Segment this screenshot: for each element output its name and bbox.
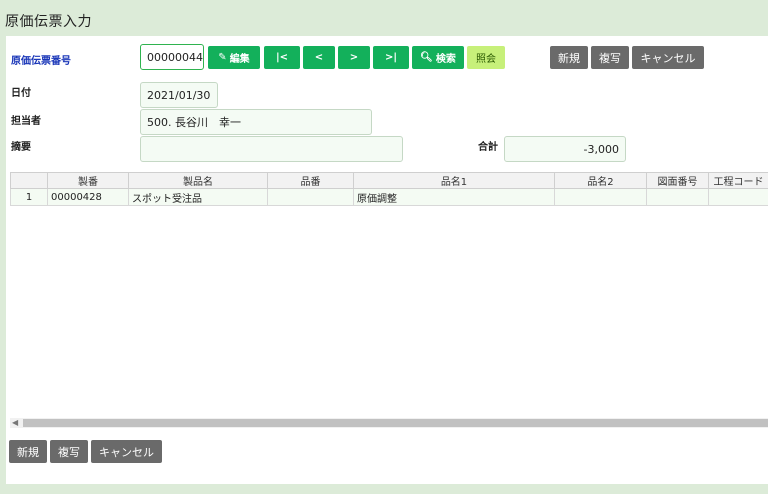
- cell-process-code[interactable]: [708, 188, 768, 206]
- col-header-seiban[interactable]: 製番: [47, 172, 129, 189]
- cancel-button-bottom[interactable]: キャンセル: [91, 440, 162, 463]
- total-value: -3,000: [583, 142, 619, 156]
- copy-button-top[interactable]: 複写: [591, 46, 629, 69]
- cell-item-name1[interactable]: 原価調整: [353, 188, 555, 206]
- col-header-item-name2[interactable]: 品名2: [554, 172, 647, 189]
- copy-button-bottom[interactable]: 複写: [50, 440, 88, 463]
- summary-label: 摘要: [11, 142, 31, 153]
- detail-grid: 製番 製品名 品番 品名1 品名2 図面番号 工程コード 1 00000428 …: [10, 172, 768, 206]
- total-field: -3,000: [504, 136, 626, 162]
- cell-item-name2[interactable]: [554, 188, 647, 206]
- scroll-left-icon[interactable]: ◀: [12, 418, 18, 428]
- edit-icon: ✎: [218, 52, 227, 63]
- cell-drawing-no[interactable]: [646, 188, 709, 206]
- col-header-item-name1[interactable]: 品名1: [353, 172, 555, 189]
- previous-record-button[interactable]: <: [303, 46, 335, 69]
- cell-seiban[interactable]: 00000428: [47, 188, 129, 206]
- voucher-no-label: 原価伝票番号: [11, 56, 71, 67]
- col-header-product-name[interactable]: 製品名: [128, 172, 268, 189]
- search-button-label: 検索: [435, 54, 456, 65]
- scrollbar-thumb[interactable]: [23, 419, 768, 427]
- last-record-button[interactable]: >|: [373, 46, 409, 69]
- new-button-bottom[interactable]: 新規: [9, 440, 47, 463]
- person-value: 500. 長谷川 幸一: [147, 116, 241, 129]
- voucher-no-value: 00000044: [147, 50, 203, 64]
- search-button[interactable]: 🔍︎ 検索: [412, 46, 464, 69]
- cell-rownum[interactable]: 1: [10, 188, 48, 206]
- col-header-item-no[interactable]: 品番: [267, 172, 354, 189]
- total-label: 合計: [478, 142, 498, 153]
- cell-item-no[interactable]: [267, 188, 354, 206]
- voucher-no-input[interactable]: 00000044: [140, 44, 204, 70]
- col-header-rownum[interactable]: [10, 172, 48, 189]
- cell-product-name[interactable]: スポット受注品: [128, 188, 268, 206]
- new-button-top[interactable]: 新規: [550, 46, 588, 69]
- col-header-process-code[interactable]: 工程コード: [708, 172, 768, 189]
- table-row[interactable]: 1 00000428 スポット受注品 原価調整: [10, 188, 768, 206]
- date-input[interactable]: 2021/01/30: [140, 82, 218, 108]
- cancel-button-top[interactable]: キャンセル: [632, 46, 704, 69]
- col-header-drawing-no[interactable]: 図面番号: [646, 172, 709, 189]
- person-input[interactable]: 500. 長谷川 幸一: [140, 109, 372, 135]
- date-value: 2021/01/30: [147, 88, 211, 102]
- person-label: 担当者: [11, 116, 41, 127]
- inquiry-button[interactable]: 照会: [467, 46, 505, 69]
- next-record-button[interactable]: >: [338, 46, 370, 69]
- page-title: 原価伝票入力: [5, 14, 92, 30]
- summary-input[interactable]: [140, 136, 403, 162]
- edit-button[interactable]: ✎ 編集: [208, 46, 260, 69]
- first-record-button[interactable]: |<: [264, 46, 300, 69]
- edit-button-label: 編集: [229, 54, 250, 65]
- date-label: 日付: [11, 88, 31, 99]
- grid-header-row: 製番 製品名 品番 品名1 品名2 図面番号 工程コード: [10, 172, 768, 189]
- horizontal-scrollbar[interactable]: ◀: [10, 418, 768, 428]
- main-panel: 原価伝票番号 00000044 ✎ 編集 |< < > >| 🔍︎ 検索 照会 …: [6, 36, 768, 484]
- search-icon: 🔍︎: [420, 52, 433, 63]
